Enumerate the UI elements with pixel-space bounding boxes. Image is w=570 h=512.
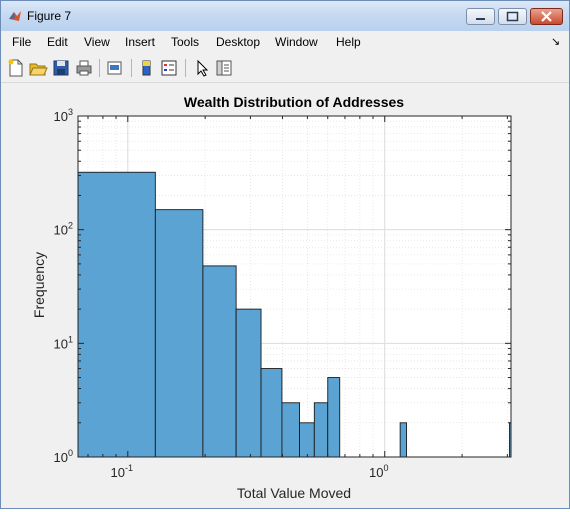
menu-help[interactable]: Help [336,35,361,49]
menu-edit[interactable]: Edit [47,35,68,49]
link-plot-icon[interactable] [105,58,125,78]
property-inspector-icon[interactable] [214,58,234,78]
histogram-bar [281,402,300,458]
figure-canvas: 10-1 100 100 101 102 103 Wealth Distribution… [4,83,568,507]
print-icon[interactable] [74,58,94,78]
menu-bar: File Edit View Insert Tools Desktop Wind… [1,31,569,53]
minimize-button[interactable] [466,8,495,25]
menu-insert[interactable]: Insert [125,35,155,49]
figure-window: Figure 7 File Edit View Insert Tools Des… [0,0,570,509]
y-tick-label: 100 [54,448,73,465]
histogram-bar [399,422,408,458]
legend-icon[interactable] [159,58,179,78]
histogram-bar [299,422,315,458]
matlab-logo-icon [9,11,21,21]
y-tick-label: 101 [54,334,73,351]
x-axis-label: Total Value Moved [237,485,351,501]
menu-tools[interactable]: Tools [171,35,199,49]
histogram-bar [202,265,237,458]
window-title: Figure 7 [27,9,72,23]
menu-window[interactable]: Window [275,35,318,49]
x-tick-label: 100 [369,463,388,480]
menu-view[interactable]: View [84,35,110,49]
toolbar-separator [131,59,132,77]
save-icon[interactable] [51,58,71,78]
y-tick-label: 102 [54,221,73,238]
y-tick-labels: 100 101 102 103 [54,107,73,465]
menu-desktop[interactable]: Desktop [216,35,260,49]
chart-title: Wealth Distribution of Addresses [184,94,404,110]
y-tick-label: 103 [54,107,73,124]
colorbar-icon[interactable] [137,58,157,78]
histogram-bar [154,209,204,458]
x-tick-label: 10-1 [111,463,133,480]
y-axis-label: Frequency [31,252,47,318]
open-file-icon[interactable] [28,58,48,78]
menu-file[interactable]: File [12,35,31,49]
maximize-icon [506,11,519,22]
dock-arrow-icon[interactable]: ↘ [551,35,560,48]
new-figure-icon[interactable] [6,58,26,78]
edit-plot-arrow-icon[interactable] [192,58,212,78]
histogram-bar [260,368,283,458]
histogram-bar [313,402,329,458]
toolbar [1,54,569,83]
toolbar-separator [99,59,100,77]
close-button[interactable] [530,8,563,25]
title-bar[interactable]: Figure 7 [1,1,569,31]
minimize-icon [476,18,485,20]
x-tick-labels: 10-1 100 [111,463,389,480]
close-icon [541,11,552,22]
histogram-bar [77,171,156,458]
histogram-chart: 10-1 100 100 101 102 103 Wealth Distribution… [31,94,512,501]
toolbar-separator [185,59,186,77]
histogram-bar [235,308,262,458]
histogram-bar [327,377,341,458]
maximize-button[interactable] [498,8,527,25]
